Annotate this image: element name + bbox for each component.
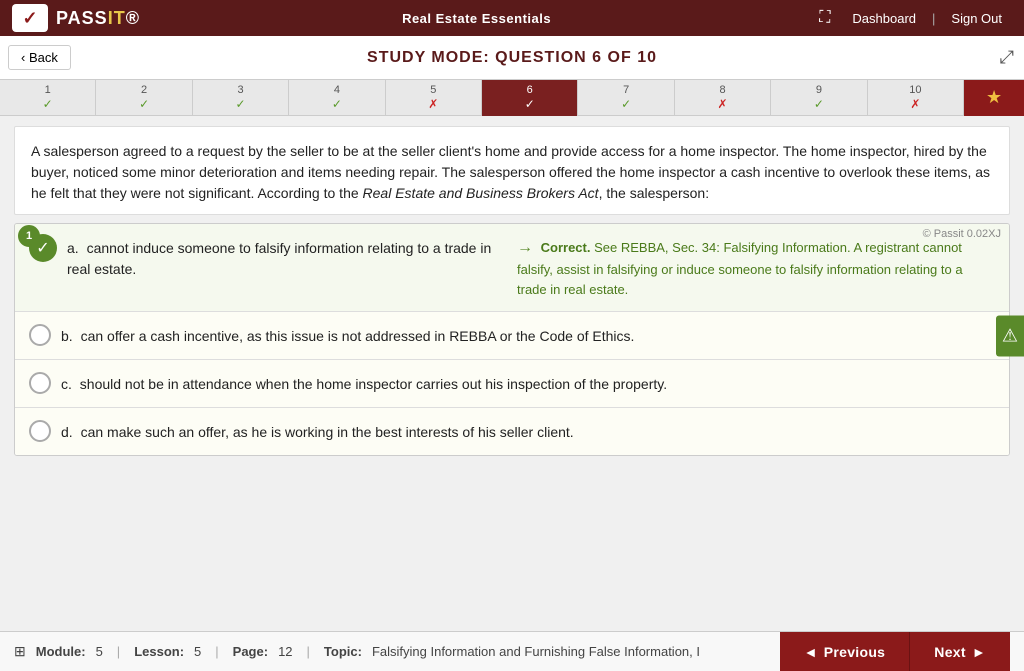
option-b-radio[interactable] (29, 324, 51, 346)
previous-button[interactable]: ◄ Previous (780, 632, 911, 671)
progress-item-1[interactable]: 1 ✓ (0, 80, 96, 116)
progress-item-4[interactable]: 4 ✓ (289, 80, 385, 116)
option-d-text: d. can make such an offer, as he is work… (61, 420, 574, 443)
option-a-text: a. cannot induce someone to falsify info… (67, 236, 507, 280)
study-mode-title: STUDY MODE: QUESTION 6 OF 10 (367, 49, 657, 67)
study-mode-bar: ‹ Back STUDY MODE: QUESTION 6 OF 10 ⤢ (0, 36, 1024, 80)
expand-button[interactable]: ⤢ (1000, 47, 1014, 68)
previous-arrow-icon: ◄ (804, 644, 818, 660)
option-d-row[interactable]: d. can make such an offer, as he is work… (15, 408, 1009, 455)
back-button[interactable]: ‹ Back (8, 45, 71, 70)
option-c-text: c. should not be in attendance when the … (61, 372, 667, 395)
option-a-explanation: → Correct. See REBBA, Sec. 34: Falsifyin… (507, 236, 995, 299)
option-a-row[interactable]: © Passit 0.02XJ 1 ✓ a. cannot induce som… (15, 224, 1009, 312)
progress-item-7[interactable]: 7 ✓ (578, 80, 674, 116)
logo-checkmark: ✓ (22, 8, 37, 29)
footer-nav: ◄ Previous Next ► (780, 632, 1010, 671)
topic-value: Falsifying Information and Furnishing Fa… (372, 644, 700, 659)
question-text-italic: Real Estate and Business Brokers Act (363, 185, 599, 201)
progress-item-5[interactable]: 5 ✗ (386, 80, 482, 116)
dashboard-link[interactable]: Dashboard (842, 7, 926, 30)
next-button[interactable]: Next ► (910, 632, 1010, 671)
next-arrow-icon: ► (972, 644, 986, 660)
page-label: Page: (233, 644, 268, 659)
logo-area: ✓ PASSIT® (12, 4, 140, 32)
module-value: 5 (96, 644, 103, 659)
lesson-value: 5 (194, 644, 201, 659)
question-text-part2: , the salesperson: (599, 185, 710, 201)
star-icon: ★ (986, 87, 1002, 108)
option-b-text: b. can offer a cash incentive, as this i… (61, 324, 634, 347)
lesson-label: Lesson: (134, 644, 184, 659)
page-value: 12 (278, 644, 292, 659)
question-text: A salesperson agreed to a request by the… (14, 126, 1010, 215)
progress-item-6[interactable]: 6 ✓ (482, 80, 578, 116)
header-nav: ⛶ Dashboard | Sign Out (813, 7, 1012, 30)
top-header: ✓ PASSIT® Real Estate Essentials ⛶ Dashb… (0, 0, 1024, 36)
progress-item-2[interactable]: 2 ✓ (96, 80, 192, 116)
progress-item-9[interactable]: 9 ✓ (771, 80, 867, 116)
course-title: Real Estate Essentials (402, 11, 551, 26)
module-label: Module: (36, 644, 86, 659)
option-c-radio[interactable] (29, 372, 51, 394)
question-number-badge: 1 (18, 225, 40, 247)
option-b-row[interactable]: b. can offer a cash incentive, as this i… (15, 312, 1009, 360)
topic-label: Topic: (324, 644, 362, 659)
passit-reference: © Passit 0.02XJ (923, 228, 1001, 240)
fullscreen-icon[interactable]: ⛶ (813, 7, 836, 29)
footer: ⊞ Module: 5 | Lesson: 5 | Page: 12 | Top… (0, 631, 1024, 671)
logo-text: PASSIT® (56, 8, 140, 29)
option-d-radio[interactable] (29, 420, 51, 442)
signout-link[interactable]: Sign Out (941, 7, 1012, 30)
progress-item-8[interactable]: 8 ✗ (675, 80, 771, 116)
option-c-row[interactable]: c. should not be in attendance when the … (15, 360, 1009, 408)
footer-home-icon: ⊞ (14, 643, 26, 660)
warning-icon: ⚠ (1002, 325, 1018, 346)
star-button[interactable]: ★ (964, 80, 1024, 116)
progress-item-3[interactable]: 3 ✓ (193, 80, 289, 116)
footer-info: ⊞ Module: 5 | Lesson: 5 | Page: 12 | Top… (14, 643, 780, 660)
logo-box: ✓ (12, 4, 48, 32)
arrow-icon: → (517, 239, 533, 256)
warning-side-button[interactable]: ⚠ (996, 315, 1024, 356)
progress-item-10[interactable]: 10 ✗ (868, 80, 964, 116)
progress-bar: 1 ✓ 2 ✓ 3 ✓ 4 ✓ 5 ✗ 6 ✓ 7 ✓ 8 ✗ 9 ✓ 10 ✗… (0, 80, 1024, 116)
options-container: © Passit 0.02XJ 1 ✓ a. cannot induce som… (14, 223, 1010, 456)
